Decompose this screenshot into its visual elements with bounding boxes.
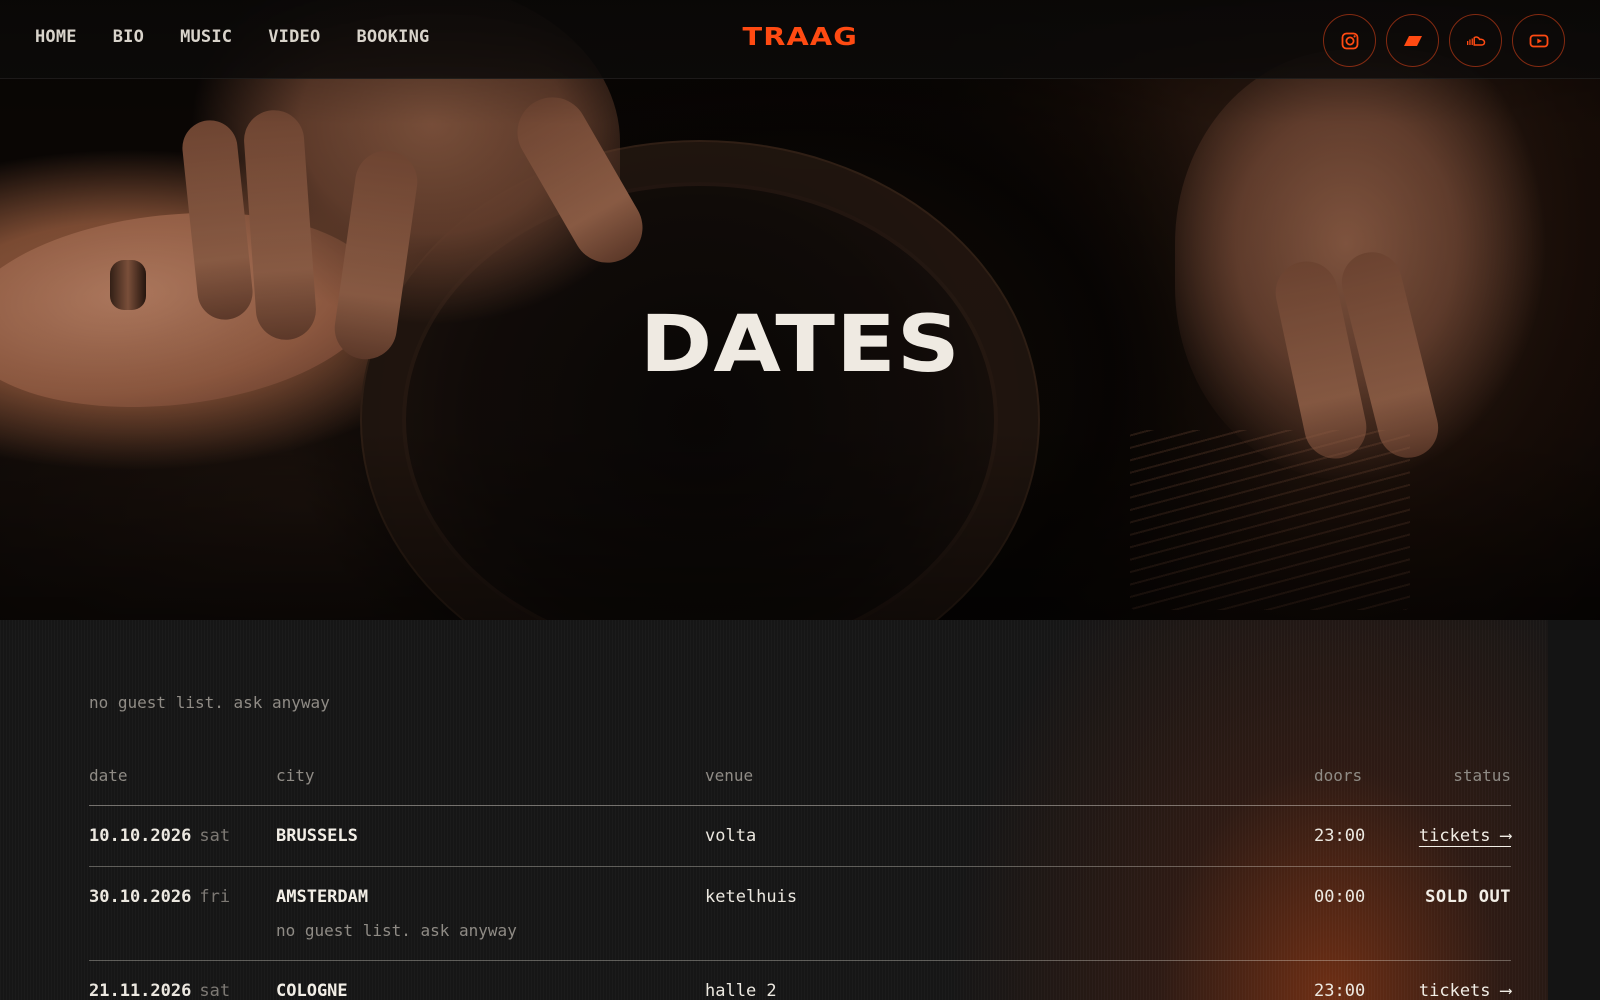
date-cell: 21.11.2026 sat <box>89 981 230 1000</box>
nav-music-link[interactable]: MUSIC <box>180 27 232 47</box>
event-city: AMSTERDAM <box>276 887 369 907</box>
event-venue: volta <box>705 826 757 846</box>
event-weekday: fri <box>199 887 231 907</box>
nav-video-link[interactable]: VIDEO <box>268 27 320 47</box>
nav-booking-link[interactable]: BOOKING <box>356 27 429 47</box>
nav-home-link[interactable]: HOME <box>35 27 77 47</box>
instagram-icon <box>1341 32 1358 49</box>
column-header-venue: venue <box>705 766 754 785</box>
dates-section: no guest list. ask anyway date city venu… <box>0 620 1600 1000</box>
tickets-link[interactable]: tickets ⟶ <box>1419 826 1511 846</box>
event-city: COLOGNE <box>276 981 348 1000</box>
event-venue: halle 2 <box>705 981 777 1000</box>
tickets-link[interactable]: tickets ⟶ <box>1419 981 1511 1000</box>
event-weekday: sat <box>199 826 231 846</box>
instagram-button[interactable] <box>1323 14 1376 67</box>
page-title: DATES <box>639 300 961 390</box>
event-date: 10.10.2026 <box>89 826 192 846</box>
event-date: 30.10.2026 <box>89 887 192 907</box>
top-nav: HOME BIO MUSIC VIDEO BOOKING TRAAG <box>0 0 1600 79</box>
bandcamp-button[interactable] <box>1386 14 1439 67</box>
nav-links: HOME BIO MUSIC VIDEO BOOKING <box>35 27 465 47</box>
table-row: 30.10.2026 fri AMSTERDAM no guest list. a… <box>89 867 1511 961</box>
column-header-doors: doors <box>1314 766 1363 785</box>
dates-intro: no guest list. ask anyway <box>89 693 330 712</box>
table-row: 21.11.2026 sat COLOGNE halle 2 23:00 tick… <box>89 961 1511 1000</box>
youtube-icon <box>1529 34 1548 47</box>
table-row: 10.10.2026 sat BRUSSELS volta 23:00 ticke… <box>89 806 1511 867</box>
event-doors: 23:00 <box>1314 981 1366 1000</box>
dates-table: date city venue doors status 10.10.2026 s… <box>89 750 1511 1000</box>
column-header-status: status <box>1453 766 1511 785</box>
hero-image: DATES <box>0 0 1600 620</box>
column-header-city: city <box>276 766 315 785</box>
column-header-date: date <box>89 766 128 785</box>
sold-out-badge: SOLD OUT <box>1425 887 1511 907</box>
event-doors: 23:00 <box>1314 826 1366 846</box>
event-date: 21.11.2026 <box>89 981 192 1000</box>
soundcloud-button[interactable] <box>1449 14 1502 67</box>
event-weekday: sat <box>199 981 231 1000</box>
event-note: no guest list. ask anyway <box>276 921 517 940</box>
soundcloud-icon <box>1466 35 1485 46</box>
event-doors: 00:00 <box>1314 887 1366 907</box>
youtube-button[interactable] <box>1512 14 1565 67</box>
nav-bio-link[interactable]: BIO <box>113 27 144 47</box>
social-links <box>1323 14 1565 67</box>
event-venue: ketelhuis <box>705 887 798 907</box>
table-header: date city venue doors status <box>89 750 1511 806</box>
bandcamp-icon <box>1403 35 1422 46</box>
date-cell: 10.10.2026 sat <box>89 826 230 846</box>
event-city: BRUSSELS <box>276 826 358 846</box>
site-logo[interactable]: TRAAG <box>742 22 858 51</box>
date-cell: 30.10.2026 fri <box>89 887 230 907</box>
